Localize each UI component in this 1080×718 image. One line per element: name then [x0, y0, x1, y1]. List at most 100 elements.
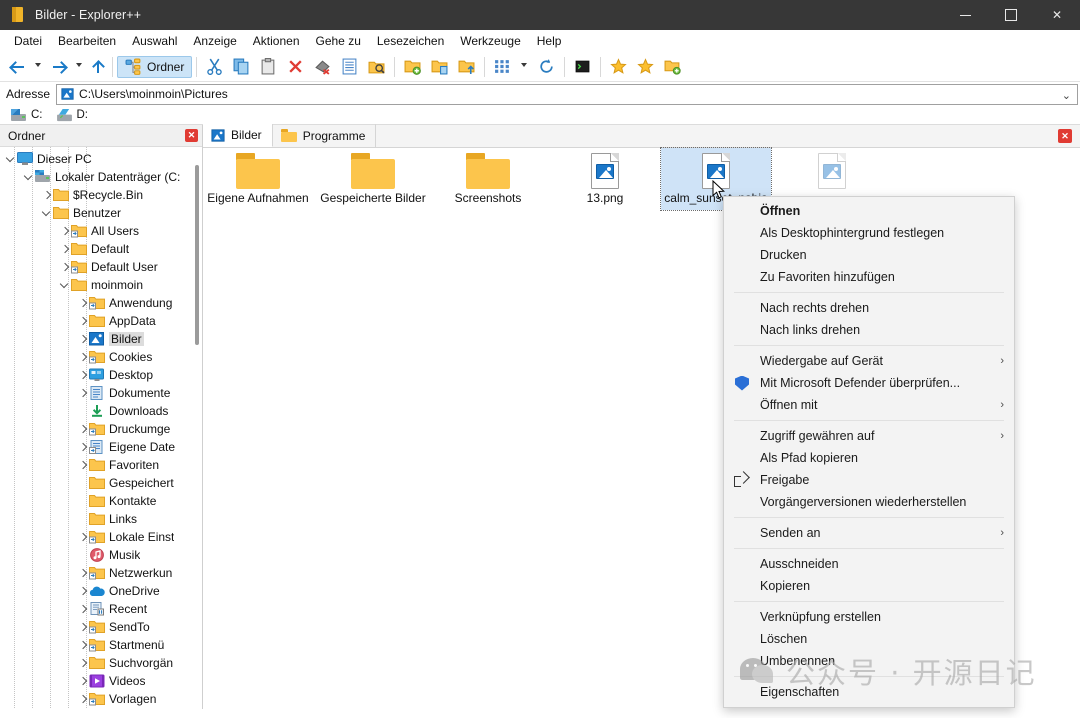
context-menu-item-löschen[interactable]: Löschen — [724, 628, 1014, 650]
tree-item-sendto[interactable]: SendTo — [0, 618, 202, 636]
up-button[interactable] — [88, 55, 108, 79]
chevron-right-icon[interactable] — [77, 654, 89, 672]
drive-d[interactable]: D: — [56, 108, 88, 122]
forward-dropdown-button[interactable] — [71, 55, 88, 79]
chevron-right-icon[interactable] — [77, 582, 89, 600]
new-tab-button[interactable] — [659, 55, 686, 79]
chevron-right-icon[interactable] — [77, 636, 89, 654]
tree-item-cookies[interactable]: Cookies — [0, 348, 202, 366]
tree-item-startmen[interactable]: Startmenü — [0, 636, 202, 654]
context-menu-item-nach-links-drehen[interactable]: Nach links drehen — [724, 319, 1014, 341]
tree-item-netzwerkun[interactable]: Netzwerkun — [0, 564, 202, 582]
context-menu[interactable]: Öffnen Als Desktophintergrund festlegen Dr… — [723, 196, 1015, 708]
tree-item-default-user[interactable]: Default User — [0, 258, 202, 276]
context-menu-item-senden-an[interactable]: Senden an › — [724, 522, 1014, 544]
delete-permanently-button[interactable] — [309, 55, 336, 79]
close-button[interactable]: ✕ — [1034, 0, 1080, 30]
chevron-right-icon[interactable] — [77, 456, 89, 474]
tree-item-lokaler-datentr-ger-c[interactable]: Lokaler Datenträger (C: — [0, 168, 202, 186]
chevron-right-icon[interactable] — [77, 348, 89, 366]
tree-item-suchvorg-n[interactable]: Suchvorgän — [0, 654, 202, 672]
views-button[interactable] — [489, 55, 516, 79]
tab-bilder[interactable]: Bilder — [203, 124, 273, 147]
tree-item-favoriten[interactable]: Favoriten — [0, 456, 202, 474]
file-item[interactable]: 13.png — [550, 148, 660, 210]
chevron-right-icon[interactable] — [59, 258, 71, 276]
maximize-button[interactable] — [988, 0, 1034, 30]
chevron-right-icon[interactable] — [77, 438, 89, 456]
chevron-right-icon[interactable] — [77, 312, 89, 330]
cut-button[interactable] — [201, 55, 228, 79]
chevron-right-icon[interactable] — [77, 600, 89, 618]
minimize-button[interactable] — [942, 0, 988, 30]
menu-aktionen[interactable]: Aktionen — [245, 31, 308, 51]
menu-auswahl[interactable]: Auswahl — [124, 31, 185, 51]
chevron-right-icon[interactable] — [59, 222, 71, 240]
chevron-right-icon[interactable] — [77, 384, 89, 402]
context-menu-item-zu-favoriten-hinzufügen[interactable]: Zu Favoriten hinzufügen — [724, 266, 1014, 288]
file-item[interactable]: Eigene Aufnahmen — [203, 148, 313, 210]
menu-lesezeichen[interactable]: Lesezeichen — [369, 31, 452, 51]
folder-tree[interactable]: Dieser PC Lokaler Datenträger (C: $Recycl… — [0, 147, 202, 708]
chevron-down-icon[interactable] — [41, 204, 53, 222]
chevron-right-icon[interactable] — [77, 294, 89, 312]
menu-anzeige[interactable]: Anzeige — [185, 31, 244, 51]
copy-to-folder-button[interactable] — [426, 55, 453, 79]
chevron-down-icon[interactable] — [5, 150, 17, 168]
new-folder-button[interactable] — [399, 55, 426, 79]
drive-c[interactable]: C: — [6, 109, 43, 121]
tree-item-moinmoin[interactable]: moinmoin — [0, 276, 202, 294]
properties-button[interactable] — [336, 55, 363, 79]
context-menu-item-freigabe[interactable]: Freigabe — [724, 469, 1014, 491]
context-menu-item-nach-rechts-drehen[interactable]: Nach rechts drehen — [724, 297, 1014, 319]
refresh-button[interactable] — [533, 55, 560, 79]
tree-item-vorlagen[interactable]: Vorlagen — [0, 690, 202, 708]
context-menu-item-drucken[interactable]: Drucken — [724, 244, 1014, 266]
tree-item-eigene-date[interactable]: Eigene Date — [0, 438, 202, 456]
terminal-button[interactable] — [569, 55, 596, 79]
bookmark-add-button[interactable] — [605, 55, 632, 79]
tree-item-gespeichert[interactable]: Gespeichert — [0, 474, 202, 492]
context-menu-item-als-desktophintergrund-festlegen[interactable]: Als Desktophintergrund festlegen — [724, 222, 1014, 244]
tree-item-desktop[interactable]: Desktop — [0, 366, 202, 384]
tree-item-anwendung[interactable]: Anwendung — [0, 294, 202, 312]
chevron-right-icon[interactable] — [77, 528, 89, 546]
context-menu-item-vorgängerversionen-wiederherstellen[interactable]: Vorgängerversionen wiederherstellen — [724, 491, 1014, 513]
bookmarks-button[interactable] — [632, 55, 659, 79]
sidebar-close-button[interactable]: ✕ — [185, 129, 198, 142]
menu-werkzeuge[interactable]: Werkzeuge — [452, 31, 528, 51]
file-item[interactable]: Screenshots — [433, 148, 543, 210]
menu-datei[interactable]: Datei — [6, 31, 50, 51]
views-dropdown-button[interactable] — [516, 55, 533, 79]
back-dropdown-button[interactable] — [30, 55, 47, 79]
tree-item-default[interactable]: Default — [0, 240, 202, 258]
tree-item-onedrive[interactable]: OneDrive — [0, 582, 202, 600]
context-menu-item-als-pfad-kopieren[interactable]: Als Pfad kopieren — [724, 447, 1014, 469]
tree-item-druckumge[interactable]: Druckumge — [0, 420, 202, 438]
tree-item-downloads[interactable]: Downloads — [0, 402, 202, 420]
file-item[interactable] — [777, 148, 887, 195]
context-menu-item-umbenennen[interactable]: Umbenennen — [724, 650, 1014, 672]
chevron-right-icon[interactable] — [77, 564, 89, 582]
tab-programme[interactable]: Programme — [273, 124, 377, 147]
tree-item-appdata[interactable]: AppData — [0, 312, 202, 330]
tree-item-bilder[interactable]: Bilder — [0, 330, 202, 348]
tree-item-recent[interactable]: Recent — [0, 600, 202, 618]
chevron-right-icon[interactable] — [77, 420, 89, 438]
chevron-right-icon[interactable] — [41, 186, 53, 204]
context-menu-item-eigenschaften[interactable]: Eigenschaften — [724, 681, 1014, 703]
tree-item-kontakte[interactable]: Kontakte — [0, 492, 202, 510]
tree-item-dieser-pc[interactable]: Dieser PC — [0, 150, 202, 168]
menu-help[interactable]: Help — [529, 31, 570, 51]
menu-gehe-zu[interactable]: Gehe zu — [308, 31, 369, 51]
tree-item-musik[interactable]: Musik — [0, 546, 202, 564]
tree-item-lokale-einst[interactable]: Lokale Einst — [0, 528, 202, 546]
context-menu-item-mit-microsoft-defender-überprüfen[interactable]: Mit Microsoft Defender überprüfen... — [724, 372, 1014, 394]
move-to-folder-button[interactable] — [453, 55, 480, 79]
menu-bearbeiten[interactable]: Bearbeiten — [50, 31, 124, 51]
paste-button[interactable] — [255, 55, 282, 79]
forward-button[interactable] — [47, 55, 71, 79]
chevron-right-icon[interactable] — [77, 366, 89, 384]
chevron-down-icon[interactable] — [23, 168, 35, 186]
tree-item-dokumente[interactable]: Dokumente — [0, 384, 202, 402]
